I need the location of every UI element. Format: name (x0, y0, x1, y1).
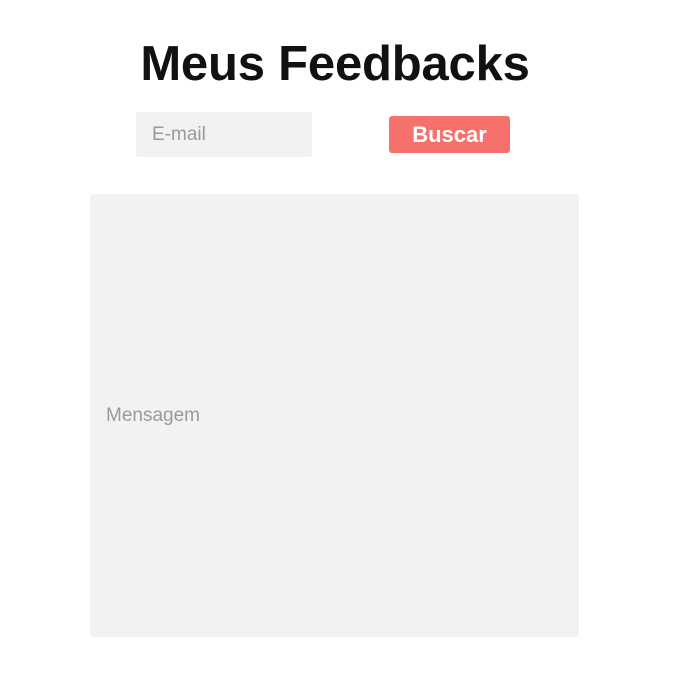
message-textarea[interactable] (90, 194, 579, 637)
search-form: Buscar (0, 0, 700, 170)
search-button[interactable]: Buscar (389, 116, 510, 153)
email-field[interactable] (136, 112, 312, 157)
